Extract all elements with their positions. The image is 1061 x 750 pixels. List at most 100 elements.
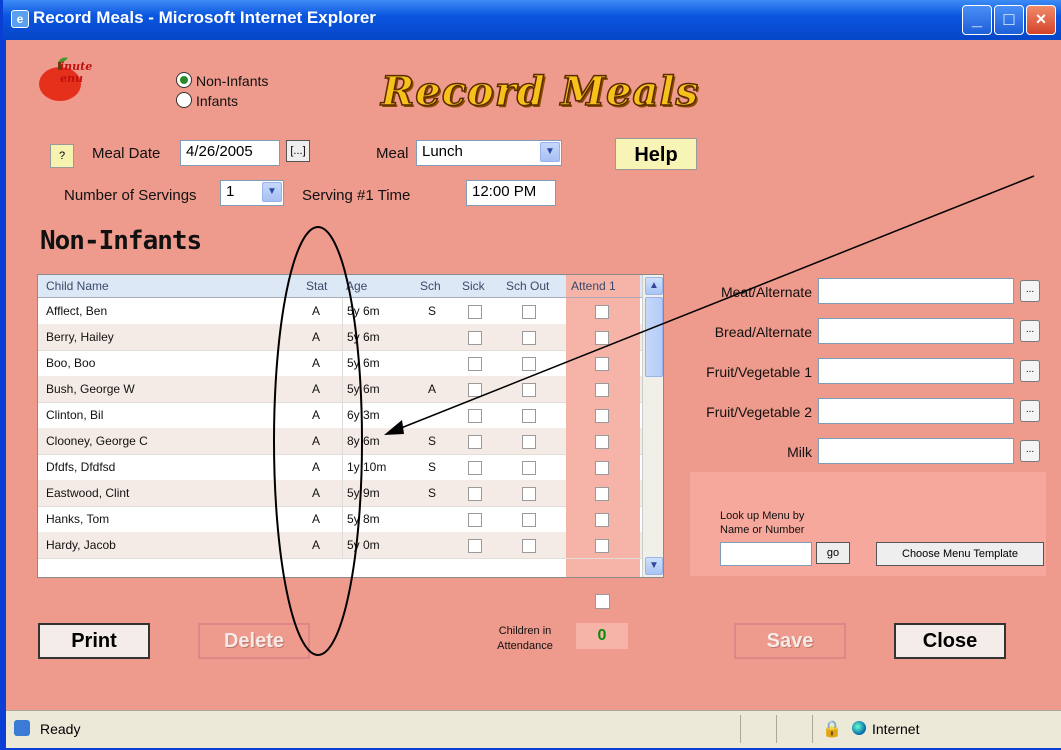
save-button[interactable]: Save [734, 623, 846, 659]
radio-selected-icon[interactable] [176, 72, 192, 88]
sick-checkbox[interactable] [468, 357, 482, 371]
table-row[interactable]: Dfdfs, Dfdfsd A 1y 10m S [38, 454, 642, 481]
chevron-down-icon[interactable]: ▼ [262, 182, 282, 202]
col-attend: Attend 1 [571, 279, 616, 293]
attend-checkbox[interactable] [595, 487, 609, 501]
servings-label: Number of Servings [64, 187, 197, 204]
close-button[interactable]: Close [894, 623, 1006, 659]
choose-menu-template-button[interactable]: Choose Menu Template [876, 542, 1044, 566]
cell-age: 5y 6m [342, 376, 380, 402]
table-row[interactable]: Boo, Boo A 5y 6m [38, 350, 642, 377]
select-all-checkbox[interactable] [595, 594, 610, 609]
window-title: Record Meals - Microsoft Internet Explor… [33, 8, 376, 27]
component-input[interactable] [818, 318, 1014, 344]
component-lookup-button[interactable]: ... [1020, 440, 1040, 462]
attend-checkbox[interactable] [595, 331, 609, 345]
attend-checkbox[interactable] [595, 513, 609, 527]
sch-out-checkbox[interactable] [522, 409, 536, 423]
component-input[interactable] [818, 358, 1014, 384]
sick-checkbox[interactable] [468, 435, 482, 449]
cell-stat: A [312, 408, 321, 422]
radio-infants[interactable]: Infants [176, 92, 238, 109]
print-button[interactable]: Print [38, 623, 150, 659]
meal-select[interactable]: Lunch ▼ [416, 140, 562, 166]
attend-checkbox[interactable] [595, 383, 609, 397]
sick-checkbox[interactable] [468, 383, 482, 397]
table-row[interactable]: Hanks, Tom A 5y 8m [38, 506, 642, 533]
col-sch-out: Sch Out [506, 279, 550, 293]
table-row[interactable]: Eastwood, Clint A 5y 9m S [38, 480, 642, 507]
go-button[interactable]: go [816, 542, 850, 564]
component-input[interactable] [818, 438, 1014, 464]
sch-out-checkbox[interactable] [522, 539, 536, 553]
sch-out-checkbox[interactable] [522, 383, 536, 397]
section-title: Non-Infants [40, 226, 202, 256]
help-button[interactable]: Help [615, 138, 697, 170]
table-row[interactable]: Clooney, George C A 8y 6m S [38, 428, 642, 455]
component-input[interactable] [818, 278, 1014, 304]
cell-stat: A [312, 304, 321, 318]
attend-checkbox[interactable] [595, 357, 609, 371]
attend-checkbox[interactable] [595, 409, 609, 423]
scroll-down-icon[interactable]: ▼ [645, 557, 663, 575]
servings-select[interactable]: 1 ▼ [220, 180, 284, 206]
cell-age: 5y 6m [342, 298, 380, 324]
component-lookup-button[interactable]: ... [1020, 320, 1040, 342]
cell-stat: A [312, 486, 321, 500]
table-row[interactable]: Afflect, Ben A 5y 6m S [38, 298, 642, 325]
attend-checkbox[interactable] [595, 305, 609, 319]
lookup-input[interactable] [720, 542, 812, 566]
scroll-thumb[interactable] [645, 297, 663, 377]
lookup-panel: Look up Menu by Name or Number go Choose… [690, 472, 1046, 576]
globe-icon [852, 721, 866, 735]
close-window-icon[interactable]: × [1026, 5, 1056, 35]
attend-checkbox[interactable] [595, 461, 609, 475]
scroll-up-icon[interactable]: ▲ [645, 277, 663, 295]
sch-out-checkbox[interactable] [522, 357, 536, 371]
table-row[interactable]: Berry, Hailey A 5y 6m [38, 324, 642, 351]
attend-checkbox[interactable] [595, 435, 609, 449]
title-bar[interactable]: e Record Meals - Microsoft Internet Expl… [3, 0, 1061, 40]
table-row[interactable]: Hardy, Jacob A 5y 0m [38, 532, 642, 559]
sick-checkbox[interactable] [468, 409, 482, 423]
grid-scrollbar[interactable]: ▲ ▼ [642, 275, 663, 577]
sch-out-checkbox[interactable] [522, 487, 536, 501]
sick-checkbox[interactable] [468, 331, 482, 345]
sick-checkbox[interactable] [468, 305, 482, 319]
cell-child-name: Clooney, George C [46, 434, 148, 448]
component-lookup-button[interactable]: ... [1020, 280, 1040, 302]
table-row[interactable]: Clinton, Bil A 6y 3m [38, 402, 642, 429]
sch-out-checkbox[interactable] [522, 305, 536, 319]
sch-out-checkbox[interactable] [522, 461, 536, 475]
radio-unselected-icon[interactable] [176, 92, 192, 108]
sch-out-checkbox[interactable] [522, 331, 536, 345]
sick-checkbox[interactable] [468, 539, 482, 553]
minimize-icon[interactable]: _ [962, 5, 992, 35]
cell-stat: A [312, 434, 321, 448]
serving-time-input[interactable]: 12:00 PM [466, 180, 556, 206]
col-sick: Sick [462, 279, 485, 293]
table-row[interactable]: Bush, George W A 5y 6m A [38, 376, 642, 403]
security-zone: Internet [872, 721, 920, 737]
date-picker-button[interactable]: [...] [286, 140, 310, 162]
meal-date-input[interactable]: 4/26/2005 [180, 140, 280, 166]
component-lookup-button[interactable]: ... [1020, 400, 1040, 422]
sch-out-checkbox[interactable] [522, 435, 536, 449]
sick-checkbox[interactable] [468, 487, 482, 501]
component-lookup-button[interactable]: ... [1020, 360, 1040, 382]
sick-checkbox[interactable] [468, 513, 482, 527]
cell-age: 5y 8m [342, 506, 380, 532]
radio-label-infants: Infants [196, 93, 239, 109]
cell-age: 6y 3m [342, 402, 380, 428]
help-question-button[interactable]: ? [50, 144, 74, 168]
attend-checkbox[interactable] [595, 539, 609, 553]
sch-out-checkbox[interactable] [522, 513, 536, 527]
component-input[interactable] [818, 398, 1014, 424]
sick-checkbox[interactable] [468, 461, 482, 475]
attendance-count: 0 [576, 623, 628, 649]
table-row[interactable] [38, 559, 642, 577]
delete-button[interactable]: Delete [198, 623, 310, 659]
chevron-down-icon[interactable]: ▼ [540, 142, 560, 162]
radio-non-infants[interactable]: Non-Infants [176, 72, 268, 89]
maximize-icon[interactable]: □ [994, 5, 1024, 35]
